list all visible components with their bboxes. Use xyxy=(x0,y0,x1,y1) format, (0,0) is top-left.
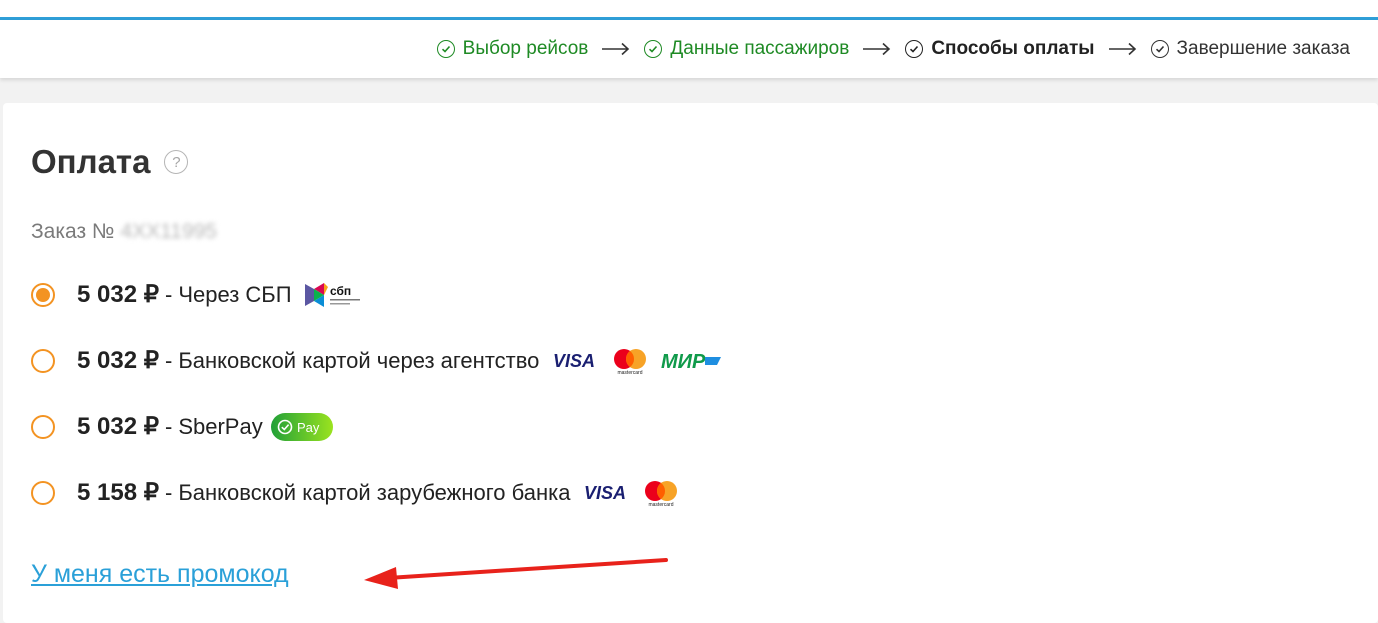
option-method: Через СБП xyxy=(178,281,292,307)
option-price: 5 032 ₽ xyxy=(77,413,159,440)
payment-option-sbp[interactable]: 5 032 ₽ - Через СБП сбп xyxy=(31,280,362,309)
step-order-completion: Завершение заказа xyxy=(1150,38,1350,60)
payment-title-row: Оплата ? xyxy=(31,143,189,181)
option-separator: - xyxy=(165,347,173,373)
help-icon[interactable]: ? xyxy=(164,150,189,174)
mir-logo: МИР xyxy=(661,349,723,373)
check-circle-icon xyxy=(905,40,924,58)
radio-button[interactable] xyxy=(31,348,55,373)
option-method: Банковской картой через агентство xyxy=(178,347,540,373)
order-number: 4ХХ11995 xyxy=(120,220,217,243)
payment-card: Оплата ? Заказ № 4ХХ11995 5 032 ₽ - Чере… xyxy=(3,103,1378,623)
checkout-steps: Выбор рейсов Данные пассажиров Способы о… xyxy=(436,20,1350,78)
option-price: 5 032 ₽ xyxy=(77,347,159,374)
sbp-logo: сбп xyxy=(304,281,362,309)
page-title: Оплата xyxy=(31,143,151,180)
check-circle-icon xyxy=(436,40,455,58)
sberpay-logo: Pay xyxy=(270,412,333,441)
mastercard-logo: mastercard xyxy=(611,347,649,375)
check-circle-icon xyxy=(644,40,663,58)
step-payment-methods: Способы оплаты xyxy=(905,38,1095,60)
payment-option-sberpay[interactable]: 5 032 ₽ - SberPay Pay xyxy=(31,412,333,441)
option-method: Банковской картой зарубежного банка xyxy=(178,479,571,505)
checkout-steps-bar: Выбор рейсов Данные пассажиров Способы о… xyxy=(0,20,1378,78)
arrow-right-icon xyxy=(1108,42,1137,56)
option-method: SberPay xyxy=(178,413,263,439)
radio-button[interactable] xyxy=(31,414,55,439)
sberpay-logo-text: Pay xyxy=(297,420,320,435)
radio-selected-dot xyxy=(36,287,50,302)
option-separator: - xyxy=(165,281,173,307)
step-label: Завершение заказа xyxy=(1176,38,1350,59)
top-strip xyxy=(0,0,1378,17)
radio-button[interactable] xyxy=(31,480,55,505)
mastercard-logo-text: mastercard xyxy=(618,370,643,375)
radio-button[interactable] xyxy=(31,282,55,307)
arrow-right-icon xyxy=(863,42,891,56)
sbp-logo-text: сбп xyxy=(330,284,351,298)
step-label: Выбор рейсов xyxy=(462,38,589,59)
payment-option-foreign-card[interactable]: 5 158 ₽ - Банковской картой зарубежного … xyxy=(31,478,680,507)
step-label: Способы оплаты xyxy=(931,38,1095,59)
mir-logo-text: МИР xyxy=(661,351,706,373)
mastercard-logo-text: mastercard xyxy=(649,502,674,507)
visa-logo: VISA xyxy=(582,482,630,504)
mastercard-logo: mastercard xyxy=(642,479,680,507)
promo-code-link[interactable]: У меня есть промокод xyxy=(31,560,289,589)
step-label: Данные пассажиров xyxy=(670,38,850,59)
option-separator: - xyxy=(165,479,173,505)
option-price: 5 158 ₽ xyxy=(77,479,159,506)
arrow-right-icon xyxy=(602,42,630,56)
option-separator: - xyxy=(165,413,173,439)
visa-logo-text: VISA xyxy=(553,351,595,371)
payment-option-agency-card[interactable]: 5 032 ₽ - Банковской картой через агентс… xyxy=(31,346,723,375)
option-price: 5 032 ₽ xyxy=(77,281,159,308)
order-label: Заказ № xyxy=(31,220,115,243)
visa-logo-text: VISA xyxy=(584,483,626,503)
step-passengers[interactable]: Данные пассажиров xyxy=(644,38,849,60)
order-info: Заказ № 4ХХ11995 xyxy=(31,220,217,244)
check-circle-icon xyxy=(1150,40,1169,58)
step-flights[interactable]: Выбор рейсов xyxy=(436,38,589,60)
visa-logo: VISA xyxy=(551,350,599,372)
